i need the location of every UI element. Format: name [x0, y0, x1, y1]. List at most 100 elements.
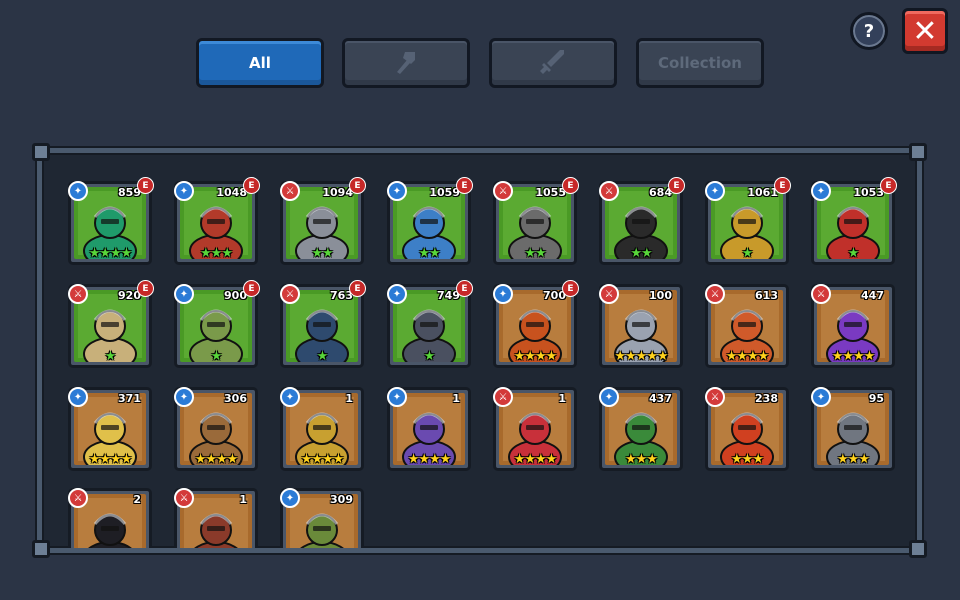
- hero-power: 437: [649, 392, 672, 405]
- equipment-badge-icon: E: [243, 177, 260, 194]
- hero-card[interactable]: ⚔ 763 E ★: [280, 280, 366, 368]
- hero-power: 1: [345, 392, 353, 405]
- hero-card[interactable]: ✦ 1048 E ★★★: [174, 177, 260, 265]
- hero-card[interactable]: ✦ 859 E ★★★★: [68, 177, 154, 265]
- panel-corner: [909, 540, 927, 558]
- hero-card[interactable]: ⚔ 920 E ★: [68, 280, 154, 368]
- hero-card[interactable]: ⚔ 447 ★★★★: [811, 284, 895, 368]
- melee-type-icon: ⚔: [599, 181, 619, 201]
- hero-card[interactable]: ⚔ 684 E ★★: [599, 177, 685, 265]
- hero-card[interactable]: ✦ 1059 E ★★: [387, 177, 473, 265]
- star-rating: ★★: [418, 246, 440, 261]
- hero-power: 613: [755, 289, 778, 302]
- melee-type-icon: ⚔: [811, 284, 831, 304]
- melee-type-icon: ⚔: [280, 181, 300, 201]
- equipment-badge-icon: E: [137, 177, 154, 194]
- hero-card[interactable]: ✦ 749 E ★: [387, 280, 473, 368]
- star-rating: ★: [210, 349, 223, 364]
- hero-card[interactable]: ✦ 1 ★★★★: [280, 387, 364, 471]
- magic-staff-icon: [391, 46, 421, 80]
- equipment-badge-icon: E: [456, 280, 473, 297]
- star-rating: ★: [423, 349, 436, 364]
- star-rating: ★★★★: [725, 349, 770, 364]
- magic-type-icon: ✦: [599, 387, 619, 407]
- hero-card[interactable]: ✦ 900 E ★: [174, 280, 260, 368]
- hero-card[interactable]: ✦ 1061 E ★: [705, 177, 791, 265]
- hero-power: 309: [330, 493, 353, 506]
- hero-power: 100: [649, 289, 672, 302]
- tab-all-label: All: [249, 54, 271, 72]
- star-rating: ★★★★★: [614, 349, 668, 364]
- star-rating: ★★★★: [407, 452, 452, 467]
- magic-type-icon: ✦: [493, 284, 513, 304]
- magic-type-icon: ✦: [387, 387, 407, 407]
- tab-collection[interactable]: Collection: [636, 38, 764, 88]
- equipment-badge-icon: E: [880, 177, 897, 194]
- magic-type-icon: ✦: [387, 181, 407, 201]
- star-rating: ★★★★: [88, 452, 133, 467]
- equipment-badge-icon: E: [349, 280, 366, 297]
- hero-card[interactable]: ✦ 95 ★★★: [811, 387, 895, 471]
- tab-all[interactable]: All: [196, 38, 324, 88]
- star-rating: ★★★★: [300, 452, 345, 467]
- hero-power: 306: [224, 392, 247, 405]
- help-icon: ?: [863, 20, 875, 42]
- hero-power: 1: [452, 392, 460, 405]
- equipment-badge-icon: E: [562, 280, 579, 297]
- hero-power: 95: [868, 392, 884, 405]
- melee-type-icon: ⚔: [280, 284, 300, 304]
- hero-card[interactable]: ⚔ 1094 E ★★: [280, 177, 366, 265]
- melee-type-icon: ⚔: [705, 284, 725, 304]
- hero-card[interactable]: ✦ 1053 E ★: [811, 177, 897, 265]
- help-button[interactable]: ?: [850, 12, 888, 50]
- melee-type-icon: ⚔: [493, 387, 513, 407]
- tab-magic[interactable]: [342, 38, 470, 88]
- star-rating: ★★★★: [88, 246, 133, 261]
- hero-power: 238: [755, 392, 778, 405]
- hero-card[interactable]: ⚔ 1 ★★★★: [493, 387, 577, 471]
- magic-type-icon: ✦: [174, 284, 194, 304]
- magic-type-icon: ✦: [811, 387, 831, 407]
- magic-type-icon: ✦: [68, 181, 88, 201]
- hero-list-panel[interactable]: ✦ 859 E ★★★★ ✦ 1048 E ★★★ ⚔ 1094 E ★★ ✦ 1059 E ★★ ⚔ 1055 E…: [37, 148, 922, 553]
- hero-card[interactable]: ⚔ 100 ★★★★★: [599, 284, 683, 368]
- close-button[interactable]: ✕: [902, 8, 948, 54]
- hero-card[interactable]: ⚔ 1: [174, 488, 258, 548]
- melee-type-icon: ⚔: [705, 387, 725, 407]
- panel-corner: [32, 540, 50, 558]
- tab-melee[interactable]: [489, 38, 617, 88]
- melee-type-icon: ⚔: [493, 181, 513, 201]
- hero-card[interactable]: ⚔ 2: [68, 488, 152, 548]
- magic-type-icon: ✦: [174, 387, 194, 407]
- magic-type-icon: ✦: [280, 488, 300, 508]
- star-rating: ★★: [311, 246, 333, 261]
- hero-card[interactable]: ✦ 309: [280, 488, 364, 548]
- star-rating: ★★★: [837, 452, 870, 467]
- equipment-badge-icon: E: [668, 177, 685, 194]
- hero-card[interactable]: ✦ 700 E ★★★★: [493, 280, 579, 368]
- hero-power: 1: [558, 392, 566, 405]
- star-rating: ★★★: [200, 246, 233, 261]
- star-rating: ★★★★: [513, 349, 558, 364]
- equipment-badge-icon: E: [562, 177, 579, 194]
- melee-type-icon: ⚔: [599, 284, 619, 304]
- hero-card[interactable]: ✦ 306 ★★★★: [174, 387, 258, 471]
- panel-corner: [32, 143, 50, 161]
- hero-power: 447: [861, 289, 884, 302]
- hero-card[interactable]: ⚔ 613 ★★★★: [705, 284, 789, 368]
- star-rating: ★: [741, 246, 754, 261]
- tab-collection-label: Collection: [658, 54, 742, 72]
- hero-card[interactable]: ⚔ 238 ★★★: [705, 387, 789, 471]
- equipment-badge-icon: E: [349, 177, 366, 194]
- equipment-badge-icon: E: [137, 280, 154, 297]
- hero-card[interactable]: ⚔ 1055 E ★★: [493, 177, 579, 265]
- star-rating: ★★: [524, 246, 546, 261]
- magic-type-icon: ✦: [174, 181, 194, 201]
- close-icon: ✕: [912, 13, 938, 49]
- hero-card[interactable]: ✦ 371 ★★★★: [68, 387, 152, 471]
- hero-card[interactable]: ✦ 1 ★★★★: [387, 387, 471, 471]
- magic-type-icon: ✦: [387, 284, 407, 304]
- hero-card[interactable]: ✦ 437 ★★★: [599, 387, 683, 471]
- star-rating: ★: [847, 246, 860, 261]
- panel-corner: [909, 143, 927, 161]
